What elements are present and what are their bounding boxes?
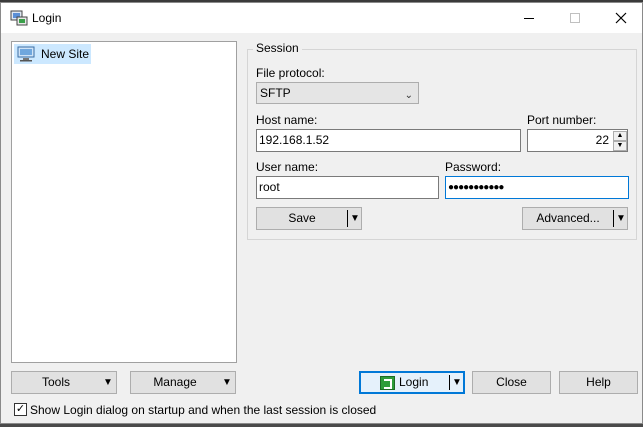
file-protocol-label: File protocol: xyxy=(256,66,325,80)
manage-button-label: Manage xyxy=(153,375,197,389)
file-protocol-select[interactable]: SFTP ⌄ xyxy=(256,82,419,104)
chevron-down-icon: ⌄ xyxy=(404,90,413,101)
user-name-input[interactable]: root xyxy=(256,176,439,199)
show-login-label: Show Login dialog on startup and when th… xyxy=(30,403,377,417)
checkmark-icon: ✓ xyxy=(15,403,26,415)
password-label: Password: xyxy=(445,160,502,174)
manage-button[interactable]: Manage ▼ xyxy=(130,371,236,394)
save-button-label: Save xyxy=(288,211,316,225)
save-button[interactable]: Save ▼ xyxy=(256,207,362,230)
tree-item-label: New Site xyxy=(41,47,90,61)
maximize-button xyxy=(552,3,598,33)
computer-icon xyxy=(17,46,35,62)
advanced-button-label: Advanced... xyxy=(536,211,600,225)
help-button[interactable]: Help xyxy=(559,371,638,394)
title-bar: Login xyxy=(1,3,642,33)
chevron-down-icon: ▼ xyxy=(222,377,232,388)
file-protocol-value: SFTP xyxy=(260,86,291,100)
chevron-down-icon: ▼ xyxy=(616,213,626,224)
show-login-checkbox[interactable]: ✓ xyxy=(14,403,27,416)
host-name-label: Host name: xyxy=(256,113,318,127)
port-decrement-button[interactable]: ▼ xyxy=(613,141,627,151)
user-name-label: User name: xyxy=(256,160,319,174)
host-name-input[interactable]: 192.168.1.52 xyxy=(256,129,521,152)
chevron-down-icon: ▼ xyxy=(452,377,462,388)
minimize-button[interactable] xyxy=(506,3,552,33)
login-icon xyxy=(380,376,395,390)
chevron-down-icon: ▼ xyxy=(103,377,113,388)
maximize-icon xyxy=(570,13,580,23)
password-input[interactable]: ●●●●●●●●●●● xyxy=(445,176,629,199)
chevron-down-icon: ▼ xyxy=(350,213,360,224)
port-number-label: Port number: xyxy=(527,113,597,127)
port-increment-button[interactable]: ▲ xyxy=(613,131,627,141)
close-window-button[interactable] xyxy=(598,3,643,33)
tree-item-new-site[interactable]: New Site xyxy=(14,44,91,64)
close-button[interactable]: Close xyxy=(472,371,551,394)
window-title: Login xyxy=(32,11,62,25)
site-tree[interactable]: New Site xyxy=(11,41,237,363)
winscp-login-icon xyxy=(10,10,28,26)
login-button-label: Login xyxy=(399,375,429,389)
tools-button-label: Tools xyxy=(41,375,70,389)
minimize-icon xyxy=(524,17,534,19)
close-icon xyxy=(615,12,627,24)
advanced-button[interactable]: Advanced... ▼ xyxy=(522,207,628,230)
session-group-title: Session xyxy=(253,41,302,55)
tools-button[interactable]: Tools ▼ xyxy=(11,371,117,394)
login-button[interactable]: Login ▼ xyxy=(359,371,465,394)
